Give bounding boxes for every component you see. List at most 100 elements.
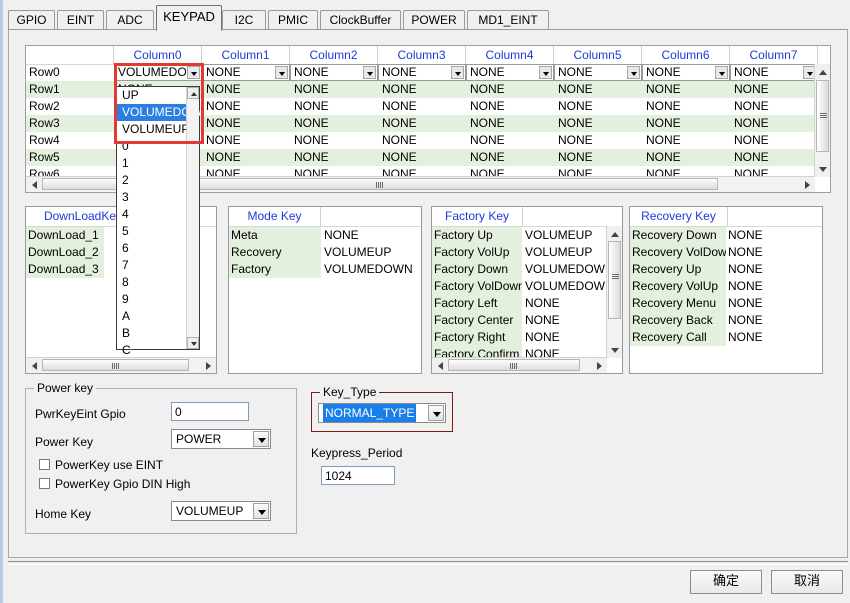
- grid-cell-r4-c7[interactable]: NONE: [730, 132, 818, 149]
- dropdown-option-0[interactable]: UP: [117, 87, 187, 104]
- factorykey-hscrollbar[interactable]: [432, 357, 607, 373]
- grid-cell-r5-c2[interactable]: NONE: [290, 149, 378, 166]
- grid-column-header-3[interactable]: Column3: [378, 46, 466, 64]
- grid-column-header-2[interactable]: Column2: [290, 46, 378, 64]
- grid-column-header-6[interactable]: Column6: [642, 46, 730, 64]
- grid-cell-chevron-down-icon[interactable]: [363, 66, 376, 79]
- dropdown-option-12[interactable]: 9: [117, 291, 187, 308]
- dropdown-scrollbar[interactable]: [186, 87, 199, 349]
- downloadkey-hscrollbar[interactable]: [26, 357, 216, 373]
- grid-cell-r5-c7[interactable]: NONE: [730, 149, 818, 166]
- cancel-button[interactable]: 取消: [771, 570, 843, 594]
- dropdown-option-15[interactable]: C: [117, 342, 187, 359]
- list-item[interactable]: Recovery Call NONE: [630, 329, 822, 346]
- powerkey-use-eint-checkbox[interactable]: [39, 459, 50, 470]
- tab-power[interactable]: POWER: [403, 10, 465, 30]
- dropdown-option-1[interactable]: VOLUMEDOWN: [117, 104, 211, 121]
- grid-cell-r1-c6[interactable]: NONE: [642, 81, 730, 98]
- recoverykey-panel[interactable]: Recovery Key Recovery Down NONE Recovery V…: [629, 206, 823, 374]
- tab-keypad[interactable]: KEYPAD: [156, 5, 222, 31]
- grid-cell-editor-r0-c5[interactable]: NONE: [554, 64, 642, 81]
- grid-cell-r2-c6[interactable]: NONE: [642, 98, 730, 115]
- grid-cell-r5-c4[interactable]: NONE: [466, 149, 554, 166]
- grid-cell-editor-r0-c6[interactable]: NONE: [642, 64, 730, 81]
- dropdown-option-13[interactable]: A: [117, 308, 187, 325]
- scroll-down-arrow-icon[interactable]: [815, 162, 830, 177]
- factorykey-vscrollbar[interactable]: [606, 226, 622, 358]
- grid-cell-r2-c1[interactable]: NONE: [202, 98, 290, 115]
- power-key-combo[interactable]: POWER: [171, 429, 271, 449]
- grid-cell-r1-c2[interactable]: NONE: [290, 81, 378, 98]
- grid-cell-r4-c1[interactable]: NONE: [202, 132, 290, 149]
- grid-cell-r2-c4[interactable]: NONE: [466, 98, 554, 115]
- grid-cell-r1-c5[interactable]: NONE: [554, 81, 642, 98]
- dropdown-scroll-down-icon[interactable]: [187, 337, 199, 349]
- dl-scroll-thumb[interactable]: [42, 359, 189, 371]
- grid-cell-chevron-down-icon[interactable]: [539, 66, 552, 79]
- grid-cell-r5-c5[interactable]: NONE: [554, 149, 642, 166]
- key-type-chevron-down-icon[interactable]: [428, 405, 444, 421]
- list-item[interactable]: Factory Up VOLUMEUP: [432, 227, 622, 244]
- grid-column-header-5[interactable]: Column5: [554, 46, 642, 64]
- grid-cell-chevron-down-icon[interactable]: [627, 66, 640, 79]
- dropdown-option-14[interactable]: B: [117, 325, 187, 342]
- grid-cell-chevron-down-icon[interactable]: [451, 66, 464, 79]
- home-key-chevron-down-icon[interactable]: [253, 503, 269, 519]
- list-item[interactable]: Recovery Down NONE: [630, 227, 822, 244]
- tab-adc[interactable]: ADC: [106, 10, 154, 30]
- list-item[interactable]: Factory VOLUMEDOWN: [229, 261, 421, 278]
- dropdown-option-3[interactable]: 0: [117, 138, 187, 155]
- grid-cell-r2-c7[interactable]: NONE: [730, 98, 818, 115]
- fk-scroll-left-icon[interactable]: [432, 358, 447, 372]
- tab-i2c[interactable]: I2C: [222, 10, 266, 30]
- grid-cell-editor-r0-c2[interactable]: NONE: [290, 64, 378, 81]
- grid-cell-r3-c7[interactable]: NONE: [730, 115, 818, 132]
- scroll-right-arrow-icon[interactable]: [800, 177, 815, 191]
- grid-column-header-7[interactable]: Column7: [730, 46, 818, 64]
- grid-cell-chevron-down-icon[interactable]: [187, 66, 200, 79]
- grid-cell-r3-c1[interactable]: NONE: [202, 115, 290, 132]
- tab-md1-eint[interactable]: MD1_EINT: [467, 10, 549, 30]
- dropdown-option-2[interactable]: VOLUMEUP: [117, 121, 189, 138]
- home-key-combo[interactable]: VOLUMEUP: [171, 501, 271, 521]
- key-type-combo[interactable]: NORMAL_TYPE: [318, 403, 446, 423]
- list-item[interactable]: Recovery Back NONE: [630, 312, 822, 329]
- scroll-left-arrow-icon[interactable]: [26, 177, 41, 191]
- grid-cell-r2-c3[interactable]: NONE: [378, 98, 466, 115]
- grid-column-header-4[interactable]: Column4: [466, 46, 554, 64]
- grid-cell-r3-c6[interactable]: NONE: [642, 115, 730, 132]
- list-item[interactable]: Factory VolDown VOLUMEDOWN: [432, 278, 622, 295]
- keypress-period-input[interactable]: [321, 466, 395, 485]
- grid-cell-r4-c3[interactable]: NONE: [378, 132, 466, 149]
- dropdown-option-6[interactable]: 3: [117, 189, 187, 206]
- dl-scroll-left-icon[interactable]: [26, 358, 41, 372]
- fk-scroll-right-icon[interactable]: [592, 358, 607, 372]
- grid-cell-r4-c6[interactable]: NONE: [642, 132, 730, 149]
- grid-vertical-scrollbar[interactable]: [814, 64, 830, 177]
- table-row[interactable]: Row0 VOLUMEDOWN NONE NONE NONE NONE NONE NONE NO…: [26, 64, 830, 81]
- grid-cell-editor-r0-c4[interactable]: NONE: [466, 64, 554, 81]
- grid-column-header-1[interactable]: Column1: [202, 46, 290, 64]
- tab-pmic[interactable]: PMIC: [268, 10, 318, 30]
- dropdown-scroll-up-icon[interactable]: [187, 87, 199, 99]
- grid-cell-editor-r0-c3[interactable]: NONE: [378, 64, 466, 81]
- keycode-dropdown-list[interactable]: UP VOLUMEDOWN VOLUMEUP 0 1 2 3 4 5 6 7 8 9 A B C: [116, 86, 211, 357]
- factorykey-panel[interactable]: Factory Key Factory Up VOLUMEUP Factory Vo…: [431, 206, 623, 374]
- list-item[interactable]: Factory Right NONE: [432, 329, 622, 346]
- list-item[interactable]: Meta NONE: [229, 227, 421, 244]
- fk-scroll-down-icon[interactable]: [607, 343, 622, 358]
- tab-clockbuffer[interactable]: ClockBuffer: [320, 10, 401, 30]
- ok-button[interactable]: 确定: [690, 570, 762, 594]
- list-item[interactable]: Recovery Menu NONE: [630, 295, 822, 312]
- grid-cell-r3-c5[interactable]: NONE: [554, 115, 642, 132]
- grid-cell-r3-c2[interactable]: NONE: [290, 115, 378, 132]
- grid-cell-r4-c2[interactable]: NONE: [290, 132, 378, 149]
- dropdown-option-5[interactable]: 2: [117, 172, 187, 189]
- modekey-panel[interactable]: Mode Key Meta NONE Recovery VOLUMEUP Factory…: [228, 206, 422, 374]
- grid-cell-chevron-down-icon[interactable]: [715, 66, 728, 79]
- grid-cell-chevron-down-icon[interactable]: [275, 66, 288, 79]
- grid-cell-r1-c3[interactable]: NONE: [378, 81, 466, 98]
- grid-cell-r1-c1[interactable]: NONE: [202, 81, 290, 98]
- tab-gpio[interactable]: GPIO: [8, 10, 55, 30]
- grid-cell-editor-r0-c1[interactable]: NONE: [202, 64, 290, 81]
